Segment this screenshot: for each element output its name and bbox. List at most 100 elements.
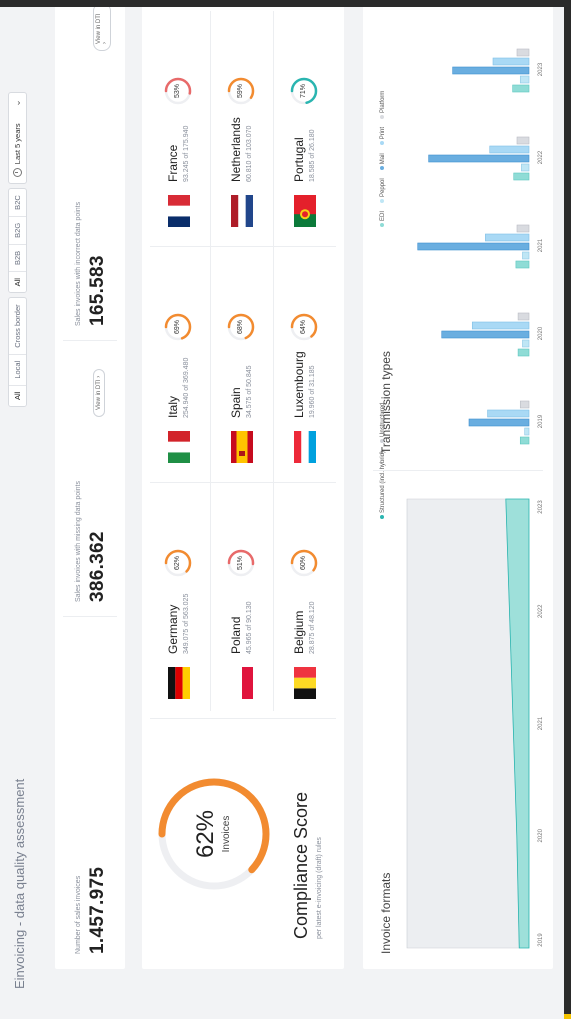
x-tick-label: 2022 (538, 150, 544, 164)
legend-item: EDI (380, 211, 386, 227)
flag-icon (294, 667, 316, 699)
legend-dot (380, 166, 385, 171)
missing-data-value: 386.362 (87, 531, 108, 602)
country-tile-belgium[interactable]: Belgium 28.875 of 48.120 60% (274, 541, 335, 711)
segment-all-tab[interactable]: All (9, 271, 26, 293)
date-range-label: Last 5 years (13, 123, 22, 165)
segment-b2c-tab[interactable]: B2C (9, 189, 26, 216)
legend-item: Platform (380, 91, 386, 119)
bar-peppol[interactable] (522, 339, 530, 348)
bar-mail[interactable] (468, 418, 530, 427)
scope-all-tab[interactable]: All (9, 384, 26, 406)
country-percent: 71% (300, 84, 307, 99)
bar-mail[interactable] (428, 154, 530, 163)
divider (63, 340, 117, 341)
charts-card: Invoice formats Structured (incl. hybrid… (363, 3, 553, 969)
country-detail: 28.875 of 48.120 (309, 601, 316, 654)
segment-b2b-tab[interactable]: B2B (9, 243, 26, 272)
x-tick-label: 2020 (538, 326, 544, 340)
incorrect-data-label: Sales invoices with incorrect data point… (75, 201, 82, 326)
view-in-dti-button[interactable]: View in DTI › (93, 3, 111, 51)
bar-peppol[interactable] (521, 163, 530, 172)
flag-icon (168, 195, 190, 227)
country-tile-spain[interactable]: Spain 34.575 of 50.845 68% (211, 305, 272, 475)
legend-dot (380, 198, 385, 203)
country-name: Netherlands (229, 117, 243, 182)
legend-item: Peppol (380, 178, 386, 203)
bar-platform[interactable] (517, 312, 530, 321)
country-tile-poland[interactable]: Poland 45.965 of 90.130 51% (211, 541, 272, 711)
x-tick-label: 2019 (538, 933, 544, 947)
dashboard: Einvoicing - data quality assessment All… (0, 0, 571, 1019)
bar-peppol[interactable] (522, 251, 530, 260)
country-detail: 18.585 of 26.180 (309, 129, 316, 182)
country-percent: 59% (237, 84, 244, 99)
country-percent: 53% (174, 84, 181, 99)
country-tile-italy[interactable]: Italy 254.940 of 369.480 69% (148, 305, 209, 475)
legend-item: Print (380, 127, 386, 146)
country-tile-germany[interactable]: Germany 349.075 of 563.025 62% (148, 541, 209, 711)
chevron-down-icon: ⌄ (12, 99, 22, 107)
flag-icon (231, 667, 253, 699)
bar-print[interactable] (471, 321, 530, 330)
view-in-dti-button[interactable]: View in DTI › (93, 368, 105, 417)
x-tick-label: 2023 (538, 62, 544, 76)
divider (273, 11, 274, 711)
bar-print[interactable] (489, 145, 530, 154)
x-tick-label: 2022 (538, 604, 544, 618)
bar-platform[interactable] (516, 48, 530, 57)
country-tile-portugal[interactable]: Portugal 18.585 of 26.180 71% (274, 69, 335, 239)
bar-platform[interactable] (516, 224, 530, 233)
bar-platform[interactable] (516, 136, 530, 145)
country-detail: 34.575 of 50.845 (246, 365, 253, 418)
transmission-types-title: Transmission types (379, 351, 393, 454)
x-tick-label: 2023 (538, 500, 544, 514)
invoice-formats-title: Invoice formats (379, 872, 393, 954)
total-invoices-label: Number of sales invoices (75, 875, 82, 954)
country-percent: 60% (300, 556, 307, 571)
country-name: Portugal (292, 137, 306, 182)
country-percent: 68% (237, 320, 244, 335)
country-detail: 60.810 of 103.070 (246, 125, 253, 182)
country-name: Spain (229, 387, 243, 418)
legend-label: Peppol (380, 178, 386, 197)
country-detail: 254.940 of 369.480 (183, 357, 190, 418)
country-tile-france[interactable]: France 93.245 of 175.940 53% (148, 69, 209, 239)
x-tick-label: 2021 (538, 238, 544, 252)
country-name: Germany (166, 604, 180, 654)
country-tile-netherlands[interactable]: Netherlands 60.810 of 103.070 59% (211, 69, 272, 239)
bar-edi[interactable] (517, 348, 530, 357)
x-tick-label: 2019 (538, 414, 544, 428)
country-percent: 62% (174, 556, 181, 571)
flag-icon (168, 667, 190, 699)
bar-mail[interactable] (452, 66, 530, 75)
bar-peppol[interactable] (519, 75, 530, 84)
bar-peppol[interactable] (524, 427, 530, 436)
bar-edi[interactable] (519, 436, 530, 445)
flag-icon (231, 431, 253, 463)
incorrect-data-value: 165.583 (87, 255, 108, 326)
bar-print[interactable] (485, 233, 530, 242)
bar-print[interactable] (487, 409, 530, 418)
bar-platform[interactable] (519, 400, 530, 409)
compliance-card: 62% Invoices Compliance Score per latest… (142, 3, 344, 969)
scope-cross-border-tab[interactable]: Cross border (9, 298, 26, 353)
legend-item: Structured (incl. hybrid) (380, 451, 386, 519)
transmission-types-legend: EDI Peppol Mail Print Platform (380, 91, 386, 227)
country-percent: 51% (237, 556, 244, 571)
bar-mail[interactable] (417, 242, 530, 251)
bar-edi[interactable] (512, 84, 530, 93)
bar-edi[interactable] (515, 260, 530, 269)
country-tile-luxembourg[interactable]: Luxembourg 19.960 of 31.185 64% (274, 305, 335, 475)
divider (150, 482, 336, 483)
legend-dot (380, 114, 385, 119)
bar-print[interactable] (492, 57, 530, 66)
legend-label: EDI (380, 210, 386, 221)
segment-b2g-tab[interactable]: B2G (9, 215, 26, 244)
bar-edi[interactable] (513, 172, 530, 181)
bar-mail[interactable] (441, 330, 530, 339)
scope-local-tab[interactable]: Local (9, 353, 26, 385)
flag-icon (168, 431, 190, 463)
country-percent: 69% (174, 320, 181, 335)
date-range-select[interactable]: Last 5 years ⌄ (8, 92, 27, 185)
